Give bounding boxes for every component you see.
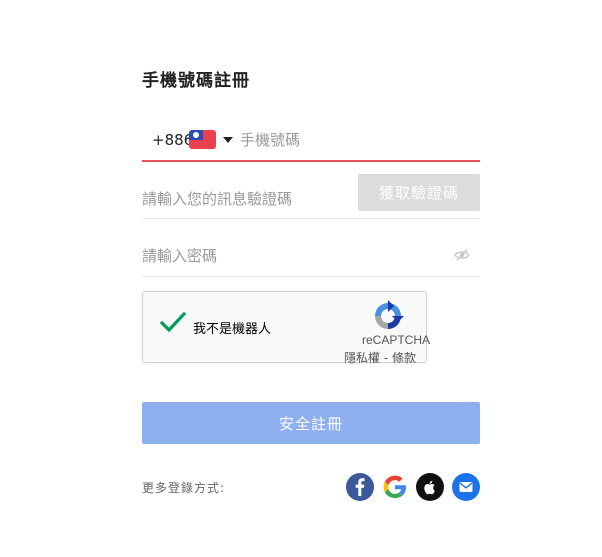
password-input[interactable] bbox=[142, 245, 422, 267]
eye-hidden-icon[interactable] bbox=[454, 247, 470, 263]
password-field bbox=[142, 236, 480, 277]
country-code[interactable]: +886 bbox=[152, 131, 193, 149]
get-code-button[interactable]: 獲取驗證碼 bbox=[358, 174, 480, 211]
page-title: 手機號碼註冊 bbox=[142, 71, 250, 91]
phone-number-input[interactable] bbox=[240, 128, 472, 152]
recaptcha-label: 我不是機器人 bbox=[193, 322, 272, 337]
recaptcha-links: 隱私權 - 條款 bbox=[344, 349, 416, 366]
more-login-label: 更多登錄方式: bbox=[142, 481, 226, 495]
apple-icon[interactable] bbox=[416, 473, 444, 501]
terms-link[interactable]: 條款 bbox=[392, 351, 416, 365]
links-separator: - bbox=[380, 351, 392, 365]
register-button[interactable]: 安全註冊 bbox=[142, 402, 480, 444]
chevron-down-icon[interactable] bbox=[223, 137, 233, 143]
recaptcha-widget: 我不是機器人 reCAPTCHA 隱私權 - 條款 bbox=[142, 291, 431, 366]
google-icon[interactable] bbox=[381, 473, 409, 501]
facebook-icon[interactable] bbox=[346, 473, 374, 501]
verification-code-field: 獲取驗證碼 bbox=[142, 174, 480, 219]
flag-canton bbox=[189, 130, 203, 140]
taiwan-flag-icon[interactable] bbox=[189, 130, 216, 149]
verification-code-input[interactable] bbox=[142, 188, 342, 210]
checkmark-icon[interactable] bbox=[159, 310, 187, 334]
flag-sun bbox=[193, 132, 199, 138]
privacy-link[interactable]: 隱私權 bbox=[344, 351, 380, 365]
recaptcha-brand: reCAPTCHA bbox=[362, 333, 431, 347]
email-icon[interactable] bbox=[452, 473, 480, 501]
recaptcha-logo-icon bbox=[372, 300, 404, 332]
phone-field: +886 bbox=[142, 122, 480, 162]
